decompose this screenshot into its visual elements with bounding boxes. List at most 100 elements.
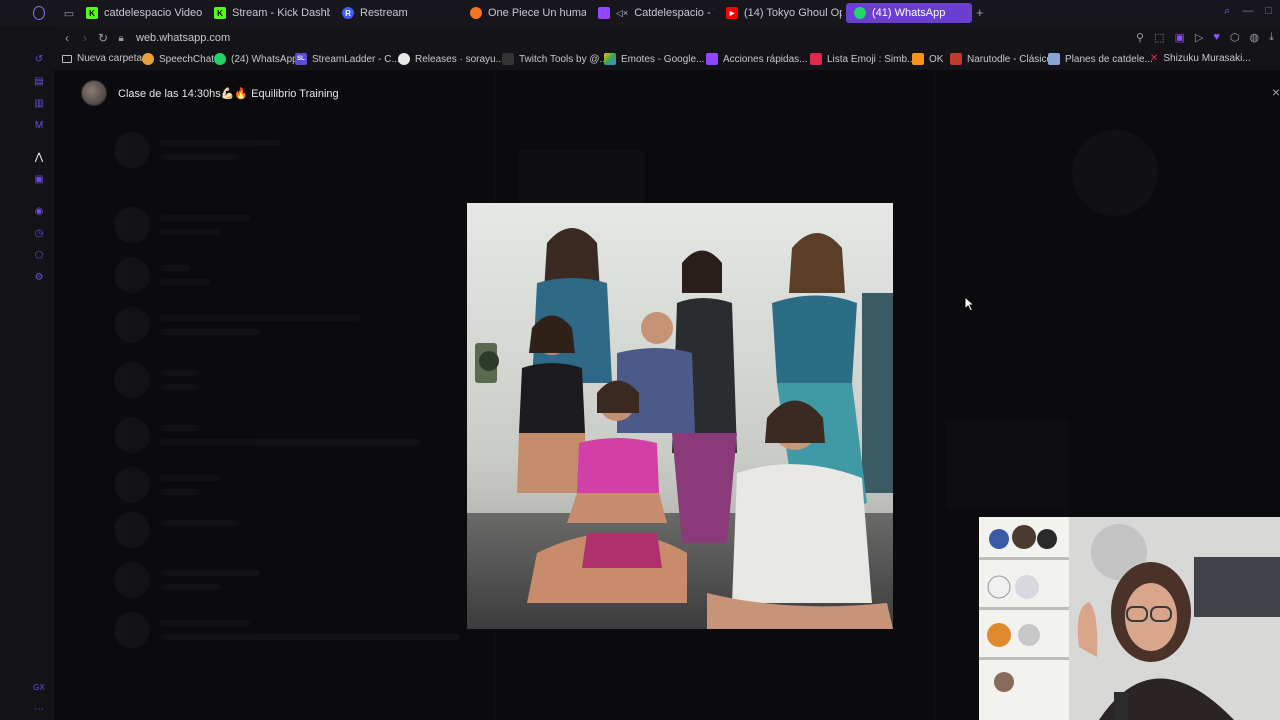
tab-one-piece[interactable]: One Piece Un humano qu	[462, 3, 586, 23]
tab-kick-dashboard[interactable]: K Stream - Kick Dashboard	[206, 3, 330, 23]
search-tabs-icon[interactable]: ⌕	[1224, 5, 1230, 18]
whatsapp-icon	[214, 53, 226, 65]
new-tab-icon[interactable]: +	[976, 5, 984, 20]
back-icon[interactable]: ‹	[58, 31, 76, 45]
kick-icon: K	[214, 7, 226, 19]
clock-icon[interactable]: ◷	[32, 226, 46, 240]
group-avatar[interactable]	[81, 80, 107, 106]
bookmark-label: Emotes - Google...	[621, 53, 705, 65]
settings-icon[interactable]: ⚙	[32, 270, 46, 284]
bookmark-label: Acciones rápidas...	[723, 53, 808, 65]
workspace-icon[interactable]: ▤	[32, 74, 46, 88]
avatar	[114, 132, 150, 168]
bookmark-twitch-tools[interactable]: Twitch Tools by @...	[502, 53, 608, 65]
media-viewer-header: Clase de las 14:30hs💪🏻🔥 Equilibrio Train…	[54, 78, 1280, 110]
twitch-ext-icon[interactable]: ▣	[1175, 31, 1185, 44]
crunchyroll-icon	[470, 7, 482, 19]
tab-youtube[interactable]: ▶ (14) Tokyo Ghoul Opening	[718, 3, 842, 23]
tab-label: catdelespacio Videos - W	[104, 7, 202, 19]
snapshot-icon[interactable]: ⬚	[1154, 31, 1164, 44]
tab-bar-controls: ▭	[0, 0, 80, 26]
tab-label: Stream - Kick Dashboard	[232, 7, 330, 19]
browser-tab-bar: ▭ K catdelespacio Videos - W K Stream - …	[0, 0, 1280, 26]
tab-whatsapp[interactable]: (41) WhatsApp	[846, 3, 972, 23]
bookmark-speechchat[interactable]: SpeechChat	[142, 53, 214, 65]
avatar	[114, 257, 150, 293]
bookmark-shizuku[interactable]: ✕ Shizuku Murasaki...	[1150, 53, 1251, 64]
send-icon[interactable]: ▷	[1195, 31, 1203, 44]
bookmark-label: Shizuku Murasaki...	[1163, 53, 1251, 64]
twitch-sidebar-icon[interactable]: ▣	[32, 172, 46, 186]
player-icon[interactable]: ◉	[32, 204, 46, 218]
tab-label: Catdelespacio - Twitc	[634, 7, 714, 19]
maximize-icon[interactable]: □	[1265, 5, 1272, 18]
profile-icon[interactable]: ◍	[1250, 31, 1260, 44]
google-drive-icon	[604, 53, 616, 65]
opera-logo-icon[interactable]	[33, 6, 45, 20]
tab-overview-icon[interactable]: ▭	[62, 6, 76, 20]
avatar	[114, 562, 150, 598]
restream-icon: R	[342, 7, 354, 19]
minimize-icon[interactable]: —	[1242, 5, 1253, 18]
tab-label: (41) WhatsApp	[872, 7, 946, 19]
avatar	[114, 417, 150, 453]
list-item-line	[160, 229, 220, 235]
bookmark-label: OK	[929, 53, 944, 65]
bookmark-nueva-carpeta[interactable]: Nueva carpeta	[62, 53, 142, 64]
media-thumbnail	[946, 420, 1068, 510]
divider	[934, 70, 935, 720]
wallet-icon[interactable]: ▥	[32, 96, 46, 110]
list-item-line	[160, 279, 210, 285]
more-icon[interactable]: ⋯	[32, 702, 46, 716]
bookmark-acciones[interactable]: Acciones rápidas...	[706, 53, 808, 65]
bookmark-releases[interactable]: Releases · sorayu...	[398, 53, 504, 65]
favorite-icon[interactable]: ♥	[1213, 31, 1220, 44]
bookmark-lista-emoji[interactable]: Lista Emoji : Simb...	[810, 53, 915, 65]
messenger-icon[interactable]: M	[32, 118, 46, 132]
reload-icon[interactable]: ↻	[94, 31, 112, 45]
list-item-line	[160, 425, 200, 431]
list-item-line	[160, 140, 280, 146]
list-item-line	[160, 370, 200, 376]
extensions-icon[interactable]: ⬠	[32, 248, 46, 262]
list-item-line	[160, 489, 200, 495]
avatar	[114, 307, 150, 343]
twitch-icon	[598, 7, 610, 19]
bookmark-narutodle[interactable]: Narutodle - Clásico	[950, 53, 1052, 65]
extensions-icon[interactable]: ⬡	[1230, 31, 1240, 44]
tab-restream[interactable]: R Restream	[334, 3, 444, 23]
bookmark-label: StreamLadder - C...	[312, 53, 400, 65]
tab-twitch[interactable]: ◁× Catdelespacio - Twitc	[590, 3, 714, 23]
bookmark-label: (24) WhatsApp	[231, 53, 298, 65]
gx-icon[interactable]: GX	[32, 680, 46, 694]
tab-kick-videos[interactable]: K catdelespacio Videos - W	[78, 3, 202, 23]
kick-sidebar-icon[interactable]: ⋀	[32, 150, 46, 164]
twitch-tools-icon	[502, 53, 514, 65]
forward-icon[interactable]: ›	[76, 31, 94, 45]
mute-icon[interactable]: ◁×	[616, 8, 628, 19]
media-photo[interactable]	[467, 203, 893, 629]
list-item-line	[160, 384, 200, 390]
bookmark-ok[interactable]: OK	[912, 53, 943, 65]
group-title[interactable]: Clase de las 14:30hs💪🏻🔥 Equilibrio Train…	[118, 87, 339, 100]
bookmark-whatsapp[interactable]: (24) WhatsApp	[214, 53, 298, 65]
avatar	[114, 512, 150, 548]
group-photo-image	[467, 203, 893, 629]
bookmark-streamladder[interactable]: SL StreamLadder - C...	[295, 53, 400, 65]
window-controls: ⌕ — □	[1224, 5, 1272, 18]
bookmark-emotes[interactable]: Emotes - Google...	[604, 53, 704, 65]
bookmark-planes[interactable]: Planes de catdele...	[1048, 53, 1153, 65]
address-bar: ‹ › ↻ 🔒︎ web.whatsapp.com ⚲ ⬚ ▣ ▷ ♥ ⬡ ◍ …	[54, 26, 1280, 50]
pin-icon[interactable]: ⚲	[1136, 31, 1144, 44]
close-icon[interactable]: ×	[1272, 84, 1280, 100]
list-item	[114, 205, 494, 249]
download-icon[interactable]: ⤓	[1269, 31, 1274, 44]
tab-label: One Piece Un humano qu	[488, 7, 586, 19]
url-field[interactable]: web.whatsapp.com	[136, 32, 230, 44]
history-icon[interactable]: ↺	[32, 52, 46, 66]
bookmark-label: Twitch Tools by @...	[519, 53, 608, 65]
list-item-line	[160, 329, 260, 335]
toolbar-right: ⚲ ⬚ ▣ ▷ ♥ ⬡ ◍ ⤓	[1136, 31, 1274, 44]
ok-icon	[912, 53, 924, 65]
avatar	[114, 467, 150, 503]
